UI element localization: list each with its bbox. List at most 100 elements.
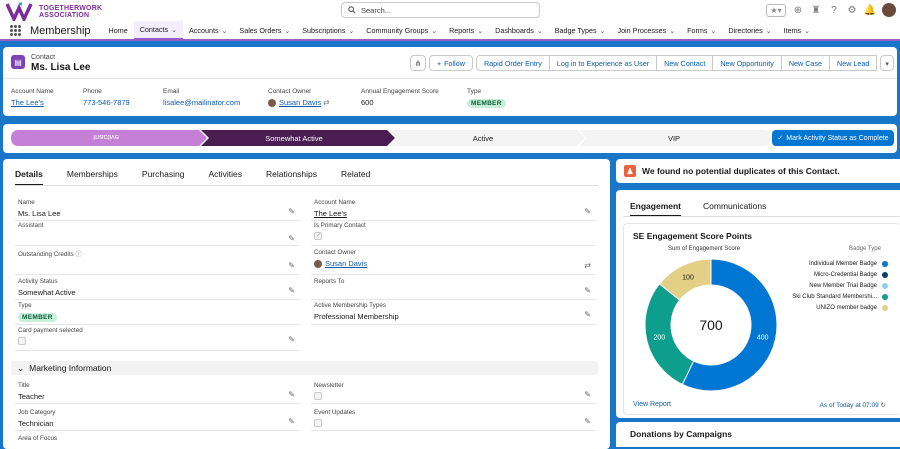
nav-item-home[interactable]: Home [103,21,134,40]
account-link[interactable]: The Lee's [11,98,54,107]
global-search-input[interactable]: Search... [341,2,540,18]
chevron-down-icon[interactable]: ⌄ [477,27,483,35]
edit-pencil-icon[interactable]: ✎ [288,390,295,399]
as-of-timestamp: As of Today at 07:09 ↻ [819,402,886,409]
tab-activities[interactable]: Activities [208,169,254,186]
favorites-star-icon[interactable]: ★▾ [766,3,786,17]
nav-item-forms[interactable]: Forms ⌄ [681,21,722,40]
chevron-down-icon[interactable]: ⌄ [284,27,290,35]
nav-item-sales-orders[interactable]: Sales Orders ⌄ [233,21,296,40]
setup-gear-icon[interactable]: ⚙ [846,4,858,16]
tab-details[interactable]: Details [15,169,43,186]
legend-item[interactable]: Individual Member Badge [809,261,888,267]
notifications-bell-icon[interactable]: 🔔 [864,4,876,16]
nav-item-community-groups[interactable]: Community Groups ⌄ [360,21,443,40]
nav-item-accounts[interactable]: Accounts ⌄ [183,21,233,40]
chevron-down-icon[interactable]: ⌄ [537,27,543,35]
edit-pencil-icon[interactable]: ✎ [288,207,295,216]
trailhead-icon[interactable]: ♜ [810,4,822,16]
tab-communications[interactable]: Communications [703,201,766,217]
nav-item-subscriptions[interactable]: Subscriptions ⌄ [296,21,360,40]
help-icon[interactable]: ? [828,4,840,16]
edit-pencil-icon[interactable]: ✎ [584,417,591,426]
owner-avatar [268,99,276,108]
legend-label: Individual Member Badge [808,261,877,267]
owner-link[interactable]: Susan Davis [325,259,367,268]
nav-item-items[interactable]: Items ⌄ [778,21,816,40]
info-icon[interactable]: ⓘ [75,251,81,258]
action-new-contact-button[interactable]: New Contact [656,55,714,71]
action-new-case-button[interactable]: New Case [780,55,831,71]
account-link[interactable]: The Lee's [314,209,347,218]
global-actions-icon[interactable]: ⊕ [792,4,804,16]
chevron-down-icon[interactable]: ⌄ [710,27,716,35]
more-actions-chevron-icon[interactable]: ▾ [880,55,894,71]
action-follow-button[interactable]: + Follow [428,55,473,71]
chevron-down-icon[interactable]: ⌄ [431,27,437,35]
primary-contact-checkbox [314,232,322,240]
refresh-icon[interactable]: ↻ [881,402,886,409]
chevron-down-icon[interactable]: ⌄ [669,27,675,35]
change-owner-icon[interactable]: ⇄ [323,98,329,107]
phone-link[interactable]: 773-546-7879 [83,98,130,107]
nav-item-contacts[interactable]: Contacts ⌄ [133,21,183,40]
edit-pencil-icon[interactable]: ✎ [584,390,591,399]
tab-engagement[interactable]: Engagement [630,201,682,217]
path-stage-active[interactable]: Active [389,130,577,146]
donations-title: Donations by Campaigns [630,429,733,439]
brand-logo[interactable]: TOGETHERWORK ASSOCIATION [6,2,102,21]
action-label: Log in to Experience as User [556,58,650,68]
search-icon [348,6,356,14]
app-launcher-icon[interactable] [10,24,22,37]
donut-slice-4[interactable] [644,283,695,386]
edit-pencil-icon[interactable]: ✎ [584,310,591,319]
chevron-down-icon[interactable]: ⌄ [804,27,810,35]
edit-pencil-icon[interactable]: ✎ [288,261,295,270]
mark-status-complete-button[interactable]: ✓ Mark Activity Status as Complete [772,130,894,146]
action-rapid-order-entry-button[interactable]: Rapid Order Entry [475,55,550,71]
action-new-opportunity-button[interactable]: New Opportunity [712,55,782,71]
path-stage-vip[interactable]: VIP [579,130,769,146]
action-label: New Opportunity [720,58,774,68]
legend-label: New Member Trial Badge [809,283,877,289]
tab-relationships[interactable]: Relationships [266,169,329,186]
contact-record-icon: ▤ [11,55,25,69]
edit-pencil-icon[interactable]: ✎ [288,234,295,243]
nav-item-join-processes[interactable]: Join Processes ⌄ [611,21,681,40]
path-stage-somewhat-active[interactable]: Somewhat Active [201,130,387,146]
chevron-down-icon[interactable]: ⌄ [766,27,772,35]
nav-item-label: Home [108,26,128,35]
user-avatar[interactable] [882,3,896,17]
action-log-in-to-experience-as-user-button[interactable]: Log in to Experience as User [548,55,658,71]
nav-item-reports[interactable]: Reports ⌄ [443,21,489,40]
chevron-down-icon[interactable]: ⌄ [171,26,177,34]
owner-link[interactable]: Susan Davis [279,98,321,107]
edit-pencil-icon[interactable]: ✎ [584,207,591,216]
org-chart-icon[interactable]: ⋔ [409,55,426,71]
edit-pencil-icon[interactable]: ✎ [288,286,295,295]
nav-item-badge-types[interactable]: Badge Types ⌄ [549,21,612,40]
view-report-link[interactable]: View Report [633,401,671,408]
legend-label: UNIZO member badge [816,305,877,311]
edit-pencil-icon[interactable]: ✎ [288,335,295,344]
edit-pencil-icon[interactable]: ✎ [288,417,295,426]
chevron-down-icon[interactable]: ⌄ [222,27,228,35]
duplicate-person-icon: ♟ [624,165,636,177]
section-marketing-information[interactable]: ⌄ Marketing Information [11,361,598,375]
tab-purchasing[interactable]: Purchasing [142,169,197,186]
legend-item[interactable]: Micro-Credential Badge [814,272,888,278]
change-owner-icon[interactable]: ⇄ [584,261,591,270]
nav-item-dashboards[interactable]: Dashboards ⌄ [489,21,549,40]
email-link[interactable]: lisalee@mailinator.com [163,98,240,107]
legend-item[interactable]: New Member Trial Badge [809,283,888,289]
chevron-down-icon[interactable]: ⌄ [600,27,606,35]
chevron-down-icon[interactable]: ⌄ [348,27,354,35]
nav-item-directories[interactable]: Directories ⌄ [722,21,777,40]
edit-pencil-icon[interactable]: ✎ [584,286,591,295]
tab-related[interactable]: Related [341,169,382,186]
path-stage-inactive[interactable]: Inactive [11,130,201,146]
legend-item[interactable]: Ski Club Standard Membershi... [792,294,888,300]
action-new-lead-button[interactable]: New Lead [829,55,878,71]
legend-item[interactable]: UNIZO member badge [816,305,888,311]
tab-memberships[interactable]: Memberships [67,169,130,186]
